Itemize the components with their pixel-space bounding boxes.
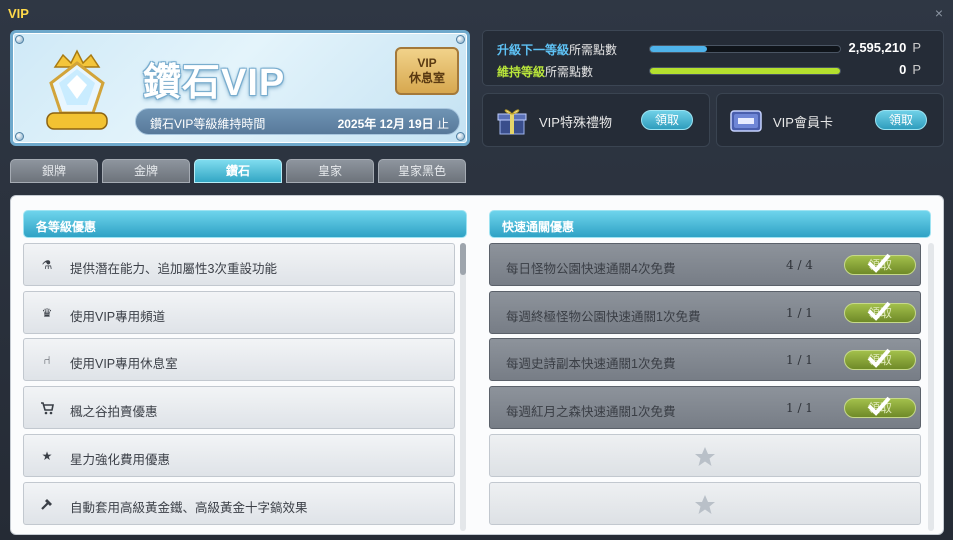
claim-gift-button[interactable]: 領取 [641, 110, 693, 130]
tab-silver[interactable]: 銀牌 [10, 159, 98, 183]
quick-pass-count: 1 / 1 [786, 401, 813, 415]
benefit-label: 使用VIP專用休息室 [70, 357, 178, 371]
maintain-date: 2025年 12月 19日 止 [337, 117, 449, 131]
potential-reset-icon: ⚗ [41, 258, 53, 272]
scrollbar-thumb[interactable] [460, 243, 466, 275]
quick-pass-count: 1 / 1 [786, 306, 813, 320]
quick-pass-label: 每日怪物公園快速通關4次免費 [506, 262, 676, 276]
rivet-decoration [456, 35, 465, 44]
hammer-icon [40, 497, 54, 511]
member-card-icon [730, 110, 762, 132]
benefits-panel: 各等級優惠 ⚗ 提供潛在能力、追加屬性3次重設功能 ♛ 使用VIP專用頻道 ⑁ … [10, 195, 944, 535]
vip-tier-name: 鑽石VIP [143, 62, 286, 104]
vip-gift-label: VIP特殊禮物 [539, 115, 612, 130]
star-icon: ★ [41, 449, 53, 463]
maintain-progress-fill [650, 68, 840, 74]
tab-royal[interactable]: 皇家 [286, 159, 374, 183]
vip-tier-banner: 鑽石VIP VIP 休息室 鑽石VIP等級維持時間 2025年 12月 19日 … [10, 30, 470, 146]
quick-pass-scrollbar[interactable] [928, 243, 934, 531]
benefit-row: ♛ 使用VIP專用頻道 [23, 291, 455, 334]
benefit-label: 星力強化費用優惠 [70, 453, 171, 467]
quick-pass-row: 每週史詩副本快速通關1次免費 1 / 1 領取 [489, 338, 921, 381]
upgrade-points-row: 升級下一等級所需點數 2,595,210 P [497, 40, 937, 58]
checkmark-icon [867, 253, 891, 273]
benefit-label: 使用VIP專用頻道 [70, 310, 166, 324]
tab-diamond[interactable]: 鑽石 [194, 159, 282, 183]
quick-pass-header: 快速通關優惠 [489, 210, 931, 238]
quick-pass-count: 1 / 1 [786, 353, 813, 367]
tier-maintain-period: 鑽石VIP等級維持時間 2025年 12月 19日 止 [135, 108, 460, 135]
upgrade-points-label: 升級下一等級所需點數 [497, 43, 618, 57]
checkmark-icon [867, 301, 891, 321]
checkmark-icon [867, 396, 891, 416]
quick-pass-row: 每週終極怪物公園快速通關1次免費 1 / 1 領取 [489, 291, 921, 334]
benefit-row: ⑁ 使用VIP專用休息室 [23, 338, 455, 381]
upgrade-points-value: 2,595,210 P [848, 40, 921, 55]
vip-member-card: VIP會員卡 領取 [716, 93, 944, 147]
benefit-row: 自動套用高級黃金鐵、高級黃金十字鎬效果 [23, 482, 455, 525]
benefit-row: ★ 星力強化費用優惠 [23, 434, 455, 477]
quick-pass-label: 每週終極怪物公園快速通關1次免費 [506, 310, 701, 324]
tab-royal-black[interactable]: 皇家黑色 [378, 159, 466, 183]
benefit-row: 楓之谷拍賣優惠 [23, 386, 455, 429]
benefit-label: 楓之谷拍賣優惠 [70, 405, 158, 419]
vip-gift-card: VIP特殊禮物 領取 [482, 93, 710, 147]
rivet-decoration [15, 132, 24, 141]
claim-member-card-button[interactable]: 領取 [875, 110, 927, 130]
empty-slot [489, 434, 921, 477]
cart-icon [40, 401, 54, 415]
quick-pass-label: 每週紅月之森快速通關1次免費 [506, 405, 676, 419]
chair-icon: ⑁ [43, 353, 51, 367]
maintain-progress-bar [649, 67, 841, 75]
upgrade-progress-fill [650, 46, 707, 52]
maintain-points-label: 維持等級所需點數 [497, 65, 594, 79]
close-icon[interactable]: × [935, 5, 943, 21]
lounge-label-line2: 休息室 [408, 71, 445, 85]
benefit-label: 自動套用高級黃金鐵、高級黃金十字鎬效果 [70, 501, 308, 515]
maintain-points-row: 維持等級所需點數 0P [497, 62, 937, 80]
vip-lounge-button[interactable]: VIP 休息室 [395, 47, 459, 95]
vip-member-card-label: VIP會員卡 [773, 115, 833, 130]
gift-box-icon [497, 109, 527, 135]
maintain-points-value: 0P [899, 62, 921, 77]
star-icon [695, 495, 715, 514]
upgrade-progress-bar [649, 45, 841, 53]
benefits-scrollbar[interactable] [460, 243, 466, 531]
maintain-label: 鑽石VIP等級維持時間 [150, 117, 266, 131]
title-bar: VIP × [0, 0, 953, 28]
rivet-decoration [15, 35, 24, 44]
window-title: VIP [8, 6, 29, 21]
empty-slot [489, 482, 921, 525]
tab-gold[interactable]: 金牌 [102, 159, 190, 183]
star-icon [695, 447, 715, 466]
checkmark-icon [867, 348, 891, 368]
benefit-row: ⚗ 提供潛在能力、追加屬性3次重設功能 [23, 243, 455, 286]
quick-pass-count: 4 / 4 [786, 258, 813, 272]
tier-benefits-header: 各等級優惠 [23, 210, 467, 238]
quick-pass-row: 每日怪物公園快速通關4次免費 4 / 4 領取 [489, 243, 921, 286]
crown-icon: ♛ [41, 306, 53, 320]
quick-pass-label: 每週史詩副本快速通關1次免費 [506, 357, 676, 371]
rivet-decoration [456, 132, 465, 141]
points-panel: 升級下一等級所需點數 2,595,210 P 維持等級所需點數 0P [482, 30, 944, 86]
vip-window: VIP × 鑽石VIP VIP 休息室 鑽石VIP等級維持時間 2025年 12… [0, 0, 953, 540]
lounge-label-line1: VIP [417, 56, 437, 70]
quick-pass-row: 每週紅月之森快速通關1次免費 1 / 1 領取 [489, 386, 921, 429]
benefit-label: 提供潛在能力、追加屬性3次重設功能 [70, 262, 277, 276]
diamond-vip-emblem-icon [46, 49, 108, 130]
